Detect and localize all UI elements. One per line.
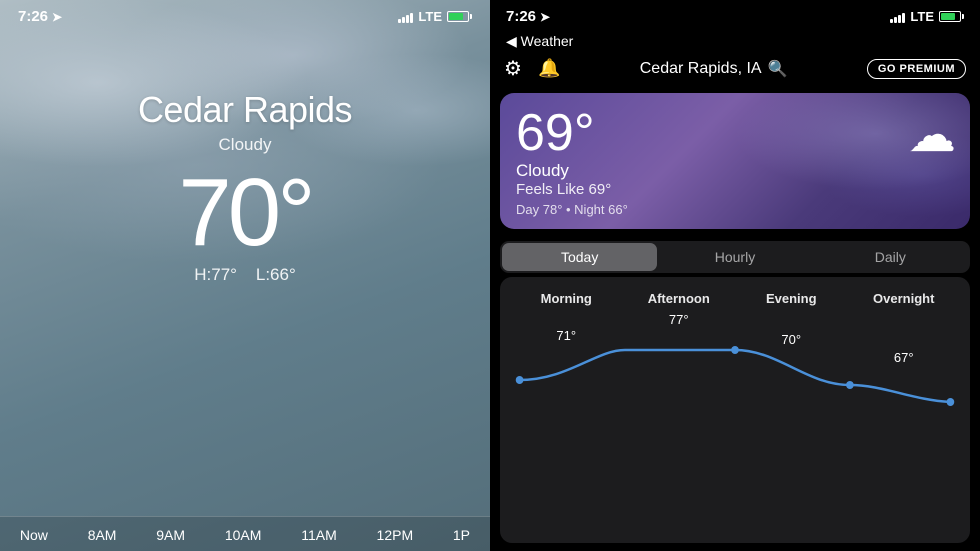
- cloud-icon: ☁: [908, 107, 956, 163]
- weather-card: 69° Cloudy Feels Like 69° Day 78° • Nigh…: [500, 93, 970, 229]
- location-icon: ➤: [52, 10, 62, 24]
- city-name: Cedar Rapids: [138, 89, 352, 131]
- hourly-10am: 10AM: [225, 527, 262, 543]
- lte-label: LTE: [418, 9, 442, 24]
- top-bar-left-icons: ⚙ 🔔: [504, 56, 560, 81]
- hourly-11am: 11AM: [301, 527, 337, 543]
- right-time-area: 7:26 ➤: [506, 8, 550, 25]
- forecast-section: Morning Afternoon Evening Overnight 71° …: [500, 277, 970, 543]
- dot-evening: [846, 381, 854, 389]
- hourly-1p: 1P: [453, 527, 470, 543]
- temperature: 70°: [178, 165, 311, 261]
- right-status-bar: 7:26 ➤ LTE: [490, 0, 980, 29]
- card-temperature: 69°: [516, 107, 954, 159]
- period-afternoon: Afternoon: [623, 291, 736, 306]
- tab-hourly[interactable]: Hourly: [657, 243, 812, 271]
- high-temp: H:77°: [194, 265, 237, 284]
- back-nav[interactable]: ◀ Weather: [490, 29, 980, 52]
- hourly-now: Now: [20, 527, 48, 543]
- period-morning: Morning: [510, 291, 623, 306]
- bell-icon[interactable]: 🔔: [538, 58, 560, 79]
- signal-icon: [398, 11, 413, 23]
- right-location-icon: ➤: [540, 10, 550, 24]
- left-status-right: LTE: [398, 9, 472, 24]
- left-content: Cedar Rapids Cloudy 70° H:77° L:66°: [0, 29, 490, 285]
- hi-lo: H:77° L:66°: [194, 265, 296, 285]
- top-bar: ⚙ 🔔 Cedar Rapids, IA 🔍 GO PREMIUM: [490, 52, 980, 87]
- right-panel: 7:26 ➤ LTE ◀ Weather ⚙ 🔔: [490, 0, 980, 551]
- premium-button[interactable]: GO PREMIUM: [867, 59, 966, 79]
- right-lte-label: LTE: [910, 9, 934, 24]
- left-time: 7:26: [18, 8, 48, 25]
- right-battery-icon: [939, 11, 964, 22]
- tab-bar: Today Hourly Daily: [500, 241, 970, 273]
- back-label[interactable]: ◀ Weather: [506, 33, 573, 50]
- card-day-night: Day 78° • Night 66°: [516, 202, 954, 217]
- left-panel: 7:26 ➤ LTE Cedar Rapids Cloudy 70° H:77°: [0, 0, 490, 551]
- city-name-bar: Cedar Rapids, IA 🔍: [640, 59, 788, 79]
- left-time-area: 7:26 ➤: [18, 8, 62, 25]
- left-status-bar: 7:26 ➤ LTE: [0, 0, 490, 29]
- battery-icon: [447, 11, 472, 22]
- card-feels-like: Feels Like 69°: [516, 181, 954, 198]
- hourly-9am: 9AM: [156, 527, 185, 543]
- right-signal-icon: [890, 11, 905, 23]
- hourly-bar: Now 8AM 9AM 10AM 11AM 12PM 1P: [0, 516, 490, 551]
- hourly-12pm: 12PM: [377, 527, 414, 543]
- dot-morning: [516, 376, 524, 384]
- period-overnight: Overnight: [848, 291, 961, 306]
- dot-afternoon: [731, 346, 739, 354]
- search-icon[interactable]: 🔍: [768, 59, 788, 79]
- temp-afternoon: 77°: [623, 312, 736, 327]
- condition: Cloudy: [219, 135, 272, 155]
- forecast-labels: Morning Afternoon Evening Overnight: [510, 283, 960, 306]
- low-temp: L:66°: [256, 265, 296, 284]
- dot-overnight: [947, 398, 955, 406]
- right-time: 7:26: [506, 8, 536, 25]
- chart-area: 71° 77° 70° 67°: [510, 310, 960, 420]
- tab-daily[interactable]: Daily: [813, 243, 968, 271]
- settings-icon[interactable]: ⚙: [504, 56, 522, 81]
- hourly-8am: 8AM: [88, 527, 117, 543]
- temperature-chart: [510, 340, 960, 410]
- period-evening: Evening: [735, 291, 848, 306]
- tab-today[interactable]: Today: [502, 243, 657, 271]
- right-status-right: LTE: [890, 9, 964, 24]
- right-city-name: Cedar Rapids, IA: [640, 60, 762, 78]
- card-condition: Cloudy: [516, 161, 954, 181]
